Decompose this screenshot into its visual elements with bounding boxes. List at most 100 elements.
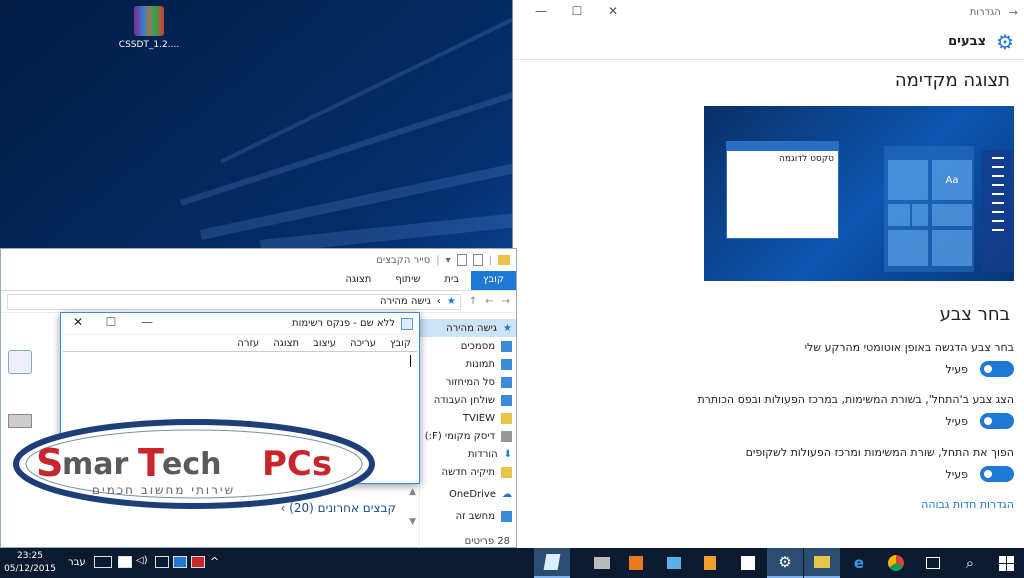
media-icon bbox=[629, 556, 643, 570]
nav-item-pictures[interactable]: תמונות bbox=[420, 355, 516, 373]
taskbar-app[interactable] bbox=[584, 548, 620, 578]
scrollbar[interactable]: ▲ ▼ bbox=[404, 487, 416, 537]
tab-file[interactable]: קובץ bbox=[471, 271, 516, 290]
maximize-button[interactable]: ☐ bbox=[559, 4, 595, 18]
taskbar-store[interactable] bbox=[730, 548, 766, 578]
nav-item-label: OneDrive bbox=[448, 488, 496, 500]
qat-dropdown-icon[interactable]: ▾ bbox=[446, 255, 451, 266]
nav-item-quick-access[interactable]: ★ גישה מהירה bbox=[420, 319, 516, 337]
taskbar-edge[interactable]: e bbox=[841, 548, 877, 578]
show-color-toggle[interactable] bbox=[980, 413, 1014, 429]
chrome-icon bbox=[888, 555, 904, 571]
nav-item-new-folder[interactable]: תיקיה חדשה bbox=[420, 463, 516, 481]
nav-item-downloads[interactable]: ⬇ הורדות bbox=[420, 445, 516, 463]
maximize-button[interactable]: ☐ bbox=[93, 315, 129, 329]
nav-item-label: הורדות bbox=[467, 448, 498, 460]
svg-text:S: S bbox=[36, 441, 63, 485]
star-icon: ★ bbox=[446, 296, 456, 307]
address-bar[interactable]: ★ › גישה מהירה bbox=[7, 293, 461, 310]
menu-edit[interactable]: עריכה bbox=[350, 338, 376, 349]
breadcrumb: גישה מהירה bbox=[379, 296, 431, 307]
new-folder-icon[interactable] bbox=[456, 254, 467, 266]
settings-window-title: הגדרות bbox=[969, 6, 1001, 18]
menu-view[interactable]: תצוגה bbox=[273, 338, 299, 349]
nav-item-label: שולחן העבודה bbox=[433, 394, 495, 406]
choose-color-title: בחר צבע bbox=[939, 304, 1010, 325]
archive-icon bbox=[134, 6, 164, 36]
keyboard-icon[interactable] bbox=[94, 556, 112, 568]
toggle-state: פעיל bbox=[945, 414, 968, 428]
task-view-button[interactable] bbox=[915, 548, 951, 578]
network-icon[interactable] bbox=[155, 556, 169, 568]
recycle-bin-icon[interactable] bbox=[8, 350, 32, 374]
separator: | bbox=[488, 254, 492, 266]
explorer-titlebar: | ▾ | סייר הקבצים bbox=[1, 249, 516, 271]
tray-app-icon[interactable] bbox=[173, 556, 187, 568]
start-button[interactable] bbox=[988, 548, 1024, 578]
nav-item-label: תמונות bbox=[465, 358, 495, 370]
menu-format[interactable]: עיצוב bbox=[313, 338, 336, 349]
tab-share[interactable]: שיתוף bbox=[383, 271, 432, 290]
nav-item-recycle-bin[interactable]: סל המיחזור bbox=[420, 373, 516, 391]
computer-icon bbox=[501, 510, 512, 522]
nav-item-tview[interactable]: TVIEW bbox=[420, 409, 516, 427]
notepad-icon bbox=[543, 554, 561, 570]
tab-home[interactable]: בית bbox=[432, 271, 471, 290]
menu-help[interactable]: עזרה bbox=[237, 338, 259, 349]
nav-item-label: TVIEW bbox=[462, 412, 495, 424]
minimize-button[interactable]: — bbox=[523, 4, 559, 18]
nav-item-this-pc[interactable]: מחשב זה bbox=[420, 507, 516, 525]
taskbar-app2[interactable] bbox=[656, 548, 692, 578]
system-clock[interactable]: 23:25 05/12/2015 bbox=[4, 550, 56, 576]
nav-item-documents[interactable]: מסמכים bbox=[420, 337, 516, 355]
taskbar-app3[interactable] bbox=[692, 548, 728, 578]
nav-item-local-disk[interactable]: דיסק מקומי (F:) bbox=[420, 427, 516, 445]
notepad-icon bbox=[401, 317, 413, 330]
properties-icon[interactable] bbox=[472, 254, 483, 266]
option-label: הפוך את התחל, שורת המשימות ומרכז הפעולות… bbox=[745, 446, 1014, 459]
action-center-icon[interactable] bbox=[118, 556, 132, 568]
taskbar-chrome[interactable] bbox=[878, 548, 914, 578]
preview-tile: Aa bbox=[932, 160, 972, 200]
volume-icon[interactable]: ◁) bbox=[136, 555, 150, 567]
minimize-button[interactable]: — bbox=[129, 315, 165, 329]
preview-start-menu: Aa bbox=[884, 146, 974, 272]
search-button[interactable]: ⌕ bbox=[952, 548, 988, 578]
tab-view[interactable]: תצוגה bbox=[334, 271, 384, 290]
drive-icon bbox=[501, 430, 512, 442]
settings-header: ⚙ צבעים bbox=[513, 24, 1024, 60]
clock-time: 23:25 bbox=[17, 551, 43, 561]
svg-text:שירותי מחשוב חכמים: שירותי מחשוב חכמים bbox=[92, 483, 235, 497]
taskbar-notepad[interactable] bbox=[534, 548, 570, 578]
high-contrast-link[interactable]: הגדרות חדות גבוהה bbox=[921, 498, 1014, 511]
color-preview: Aa טקסט לדוגמה bbox=[704, 106, 1014, 281]
notepad-title: ללא שם - פנקס רשימות bbox=[292, 318, 395, 329]
back-icon[interactable]: → bbox=[502, 296, 510, 307]
taskbar-media-player[interactable] bbox=[618, 548, 654, 578]
antivirus-icon[interactable] bbox=[191, 556, 205, 568]
nav-item-desktop[interactable]: שולחן העבודה bbox=[420, 391, 516, 409]
store-icon bbox=[741, 556, 755, 570]
nav-item-label: תיקיה חדשה bbox=[441, 466, 495, 478]
menu-file[interactable]: קובץ bbox=[390, 338, 411, 349]
close-button[interactable]: ✕ bbox=[595, 4, 631, 18]
transparency-toggle[interactable] bbox=[980, 466, 1014, 482]
recycle-bin-icon bbox=[501, 376, 512, 388]
taskbar-settings[interactable]: ⚙ bbox=[767, 548, 803, 578]
taskbar-file-explorer[interactable] bbox=[804, 548, 840, 578]
preview-action-center bbox=[982, 150, 1014, 272]
windows-logo-icon bbox=[998, 555, 1014, 571]
svg-text:ech: ech bbox=[162, 447, 222, 482]
notepad-menu: קובץ עריכה עיצוב תצוגה עזרה bbox=[61, 335, 419, 351]
preview-sample-text: טקסט לדוגמה bbox=[779, 154, 834, 164]
preview-title: תצוגה מקדימה bbox=[894, 70, 1010, 91]
auto-accent-toggle[interactable] bbox=[980, 361, 1014, 377]
nav-item-onedrive[interactable]: ☁ OneDrive bbox=[420, 485, 516, 503]
up-icon[interactable]: ↑ bbox=[469, 296, 477, 307]
chevron-up-icon[interactable]: ^ bbox=[210, 555, 224, 568]
forward-icon[interactable]: ← bbox=[485, 296, 493, 307]
close-button[interactable]: ✕ bbox=[63, 315, 93, 329]
back-arrow-icon[interactable]: → bbox=[1009, 6, 1018, 19]
desktop-file-icon[interactable]: CSSDT_1.2.... bbox=[118, 6, 180, 50]
language-indicator[interactable]: עבר bbox=[68, 557, 86, 568]
